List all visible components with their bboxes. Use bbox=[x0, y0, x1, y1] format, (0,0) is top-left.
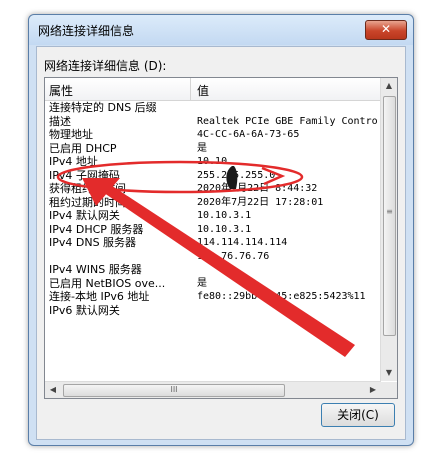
property-name: IPv4 WINS 服务器 bbox=[49, 263, 142, 276]
property-name: 租约过期的时间 bbox=[49, 195, 126, 209]
list-rows: 连接特定的 DNS 后缀 描述 Realtek PCIe GBE Family C… bbox=[45, 101, 381, 381]
property-name: IPv4 默认网关 bbox=[49, 209, 120, 222]
property-value: 10.10.3.1 bbox=[197, 223, 252, 235]
property-name: IPv4 DNS 服务器 bbox=[49, 236, 137, 249]
dialog-client-area: 网络连接详细信息 (D): 属性 值 连接特定的 DNS 后缀 描述 Realte… bbox=[36, 46, 406, 440]
close-button[interactable]: 关闭(C) bbox=[321, 403, 395, 427]
table-row[interactable]: IPv4 地址 10.10. bbox=[45, 155, 381, 169]
table-row[interactable]: 描述 Realtek PCIe GBE Family Contro bbox=[45, 115, 381, 129]
table-row[interactable]: 租约过期的时间 2020年7月22日 17:28:01 bbox=[45, 196, 381, 210]
scroll-right-icon[interactable]: ▶ bbox=[365, 382, 381, 398]
property-value: 是 bbox=[197, 142, 207, 154]
table-row[interactable]: IPv4 DHCP 服务器 10.10.3.1 bbox=[45, 223, 381, 237]
scrollbar-corner bbox=[381, 382, 397, 398]
table-row[interactable]: 连接-本地 IPv6 地址 fe80::29bb:c345:e825:5423%1… bbox=[45, 290, 381, 304]
list-header: 属性 值 bbox=[45, 78, 381, 101]
table-row[interactable]: IPv4 子网掩码 255.255.255.0 bbox=[45, 169, 381, 183]
property-name: 连接特定的 DNS 后缀 bbox=[49, 101, 157, 114]
table-row[interactable]: 连接特定的 DNS 后缀 bbox=[45, 101, 381, 115]
property-value: 180.76.76.76 bbox=[197, 250, 270, 262]
scroll-up-icon[interactable]: ▲ bbox=[381, 78, 397, 94]
table-row[interactable]: IPv4 WINS 服务器 bbox=[45, 263, 381, 277]
horizontal-scrollbar[interactable]: ◀ III ▶ bbox=[45, 381, 381, 398]
table-row[interactable]: 获得租约的时间 2020年7月22日 8:44:32 bbox=[45, 182, 381, 196]
table-row[interactable]: 已启用 DHCP 是 bbox=[45, 142, 381, 156]
property-name: IPv4 子网掩码 bbox=[49, 168, 120, 182]
property-value: fe80::29bb:c345:e825:5423%11 bbox=[197, 291, 366, 302]
property-value: 10.10.3.1 bbox=[197, 210, 252, 221]
scroll-grip-icon: ≡ bbox=[386, 207, 393, 216]
dialog-title: 网络连接详细信息 bbox=[38, 24, 135, 38]
close-icon[interactable]: ✕ bbox=[365, 20, 407, 40]
property-name: 物理地址 bbox=[49, 128, 93, 141]
property-name: 已启用 DHCP bbox=[49, 141, 117, 155]
property-name: IPv6 默认网关 bbox=[49, 303, 120, 317]
network-details-dialog: 网络连接详细信息 ✕ 网络连接详细信息 (D): 属性 值 连接特定的 DNS … bbox=[28, 14, 414, 446]
table-row[interactable]: IPv4 DNS 服务器 114.114.114.114 bbox=[45, 236, 381, 250]
vertical-scroll-thumb[interactable]: ≡ bbox=[383, 96, 396, 336]
vertical-scrollbar[interactable]: ▲ ≡ ▼ bbox=[380, 78, 397, 381]
property-name: IPv4 DHCP 服务器 bbox=[49, 222, 144, 236]
property-name: 获得租约的时间 bbox=[49, 182, 126, 195]
table-row[interactable]: IPv6 默认网关 bbox=[45, 304, 381, 318]
title-bar: 网络连接详细信息 ✕ bbox=[29, 15, 413, 45]
table-row[interactable]: IPv4 默认网关 10.10.3.1 bbox=[45, 209, 381, 223]
property-name: 连接-本地 IPv6 地址 bbox=[49, 290, 150, 303]
property-name: IPv4 地址 bbox=[49, 155, 98, 168]
scroll-down-icon[interactable]: ▼ bbox=[381, 365, 397, 381]
details-list[interactable]: 属性 值 连接特定的 DNS 后缀 描述 Realtek PCIe GBE Fam… bbox=[44, 77, 398, 399]
property-value: 是 bbox=[197, 277, 207, 289]
property-value: 2020年7月22日 8:44:32 bbox=[197, 183, 318, 194]
table-row[interactable]: 180.76.76.76 bbox=[45, 250, 381, 264]
property-value: 4C-CC-6A-6A-73-65 bbox=[197, 129, 300, 140]
property-value: 114.114.114.114 bbox=[197, 237, 288, 248]
property-value: 255.255.255.0 bbox=[197, 169, 276, 181]
column-divider[interactable] bbox=[190, 78, 191, 100]
table-row[interactable]: 物理地址 4C-CC-6A-6A-73-65 bbox=[45, 128, 381, 142]
column-header-value[interactable]: 值 bbox=[197, 82, 209, 99]
property-value: 2020年7月22日 17:28:01 bbox=[197, 196, 324, 208]
table-row[interactable]: 已启用 NetBIOS ove... 是 bbox=[45, 277, 381, 291]
property-value: Realtek PCIe GBE Family Contro bbox=[197, 115, 378, 127]
property-value: 10.10. bbox=[197, 156, 234, 167]
column-header-property[interactable]: 属性 bbox=[49, 82, 73, 99]
horizontal-scroll-thumb[interactable]: III bbox=[63, 384, 285, 397]
property-name: 描述 bbox=[49, 114, 71, 128]
property-name: 已启用 NetBIOS ove... bbox=[49, 276, 166, 290]
scroll-left-icon[interactable]: ◀ bbox=[45, 382, 61, 398]
list-caption: 网络连接详细信息 (D): bbox=[44, 59, 167, 73]
